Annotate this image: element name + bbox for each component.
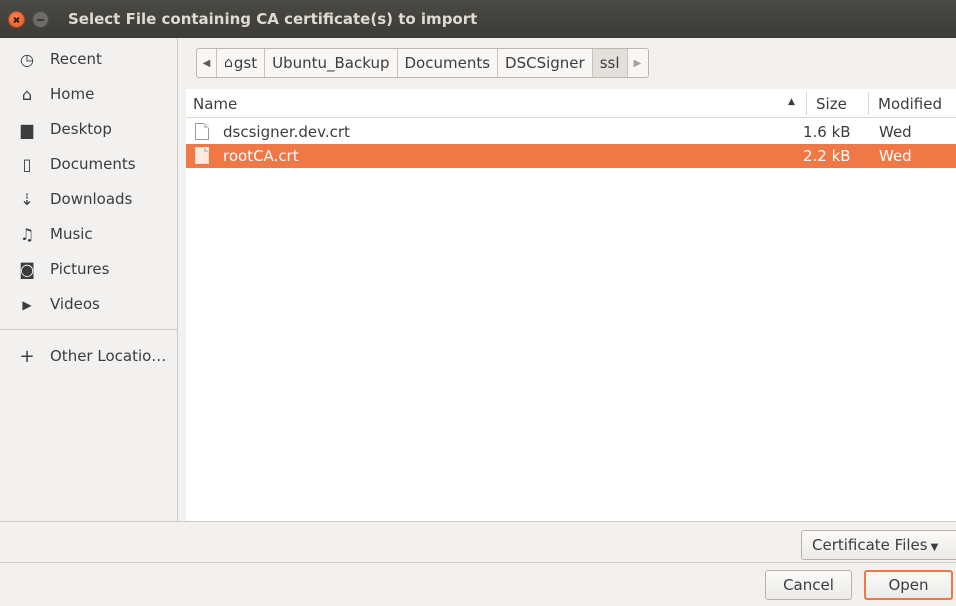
file-type-filter-dropdown[interactable]: Certificate Files ▼ [801,530,956,560]
close-window-button[interactable] [8,11,25,28]
sidebar-item-music[interactable]: ♫ Music [0,219,178,253]
column-divider[interactable] [868,92,869,115]
sidebar-item-videos[interactable]: ▶ Videos [0,289,178,323]
cancel-button[interactable]: Cancel [765,570,852,600]
file-row[interactable]: dscsigner.dev.crt 1.6 kB Wed [186,120,956,144]
sidebar-item-label: Recent [50,50,102,68]
camera-icon: ◙ [19,260,35,279]
crumb-label: Ubuntu_Backup [272,54,390,72]
file-size: 2.2 kB [803,147,851,165]
open-button[interactable]: Open [864,570,953,600]
filter-bar: Certificate Files ▼ [0,521,956,563]
column-name-header[interactable]: Name [193,95,237,113]
crumb-label: gst [233,54,258,72]
sidebar-item-other-locations[interactable]: + Other Locatio… [0,341,178,375]
sidebar-item-label: Documents [50,155,136,173]
filter-label: Certificate Files [812,536,928,554]
music-icon: ♫ [19,225,35,244]
folder-icon: ▆ [20,120,34,139]
crumb-dscsigner[interactable]: DSCSigner [498,49,593,77]
sidebar-item-label: Music [50,225,93,243]
sidebar-item-recent[interactable]: ◷ Recent [0,44,178,78]
crumb-ssl[interactable]: ssl [592,49,628,77]
crumb-documents[interactable]: Documents [398,49,499,77]
crumb-label: ssl [599,54,620,72]
sidebar-item-label: Downloads [50,190,133,208]
clock-icon: ◷ [20,50,34,69]
file-icon [195,123,209,140]
sidebar-item-pictures[interactable]: ◙ Pictures [0,254,178,288]
sidebar-divider [0,329,178,330]
sidebar-item-label: Desktop [50,120,112,138]
plus-icon: + [19,346,35,367]
path-back-button[interactable]: ◀ [197,49,217,77]
places-sidebar: ◷ Recent ⌂ Home ▆ Desktop ▯ Documents ⇣ … [0,38,178,521]
file-icon [195,147,209,164]
window-title: Select File containing CA certificate(s)… [68,10,478,28]
sidebar-item-home[interactable]: ⌂ Home [0,79,178,113]
sidebar-item-label: Home [50,85,95,103]
title-bar: Select File containing CA certificate(s)… [0,0,956,38]
chevron-down-icon: ▼ [930,542,939,553]
home-icon: ⌂ [21,85,33,104]
column-header: Name ▲ Size Modified [186,89,956,118]
column-size-header[interactable]: Size [816,95,847,113]
file-modified: Wed [879,123,912,141]
sort-ascending-icon: ▲ [788,97,795,107]
document-icon: ▯ [22,155,32,174]
column-divider[interactable] [806,92,807,115]
sidebar-item-label: Videos [50,295,100,313]
crumb-ubuntu-backup[interactable]: Ubuntu_Backup [265,49,398,77]
download-icon: ⇣ [20,190,34,209]
sidebar-item-downloads[interactable]: ⇣ Downloads [0,184,178,218]
sidebar-item-label: Pictures [50,260,110,278]
minimize-window-button[interactable] [32,11,49,28]
crumb-home-gst[interactable]: ⌂ gst [217,49,266,77]
file-modified: Wed [879,147,912,165]
sidebar-item-desktop[interactable]: ▆ Desktop [0,114,178,148]
crumb-label: Documents [404,54,491,72]
video-icon: ▶ [22,298,32,312]
home-icon: ⌂ [224,55,233,71]
chevron-left-icon: ◀ [202,57,211,69]
chevron-right-icon: ▶ [633,57,642,69]
file-size: 1.6 kB [803,123,851,141]
sidebar-item-documents[interactable]: ▯ Documents [0,149,178,183]
column-modified-header[interactable]: Modified [878,95,942,113]
file-name: rootCA.crt [223,147,299,165]
action-bar: Cancel Open [0,563,956,606]
file-list[interactable]: Name ▲ Size Modified dscsigner.dev.crt 1… [186,89,956,521]
file-name: dscsigner.dev.crt [223,123,350,141]
path-bar: ◀ ⌂ gst Ubuntu_Backup Documents DSCSigne… [196,48,649,78]
crumb-label: DSCSigner [505,54,585,72]
path-forward-button[interactable]: ▶ [628,49,648,77]
file-row-selected[interactable]: rootCA.crt 2.2 kB Wed [186,144,956,168]
sidebar-item-label: Other Locatio… [50,347,167,365]
